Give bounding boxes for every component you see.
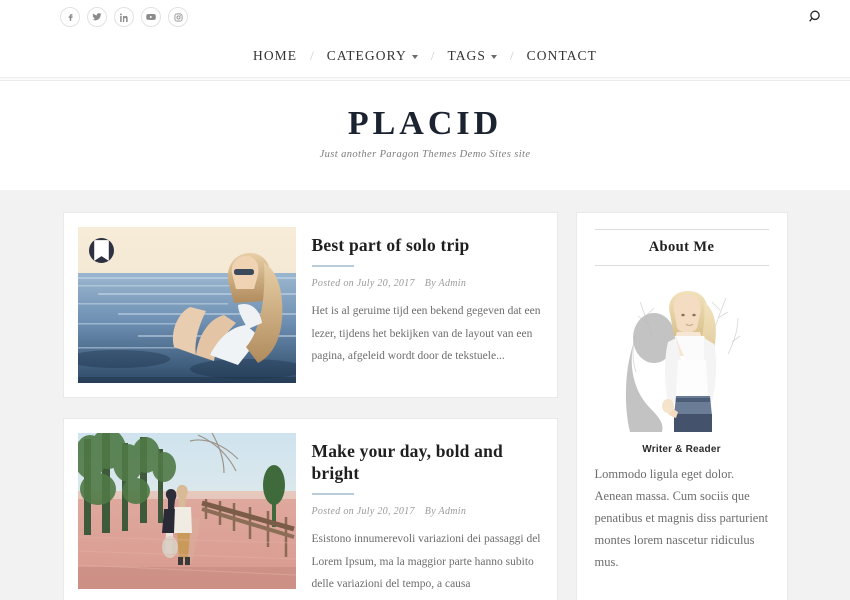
post-meta: Posted on July 20, 2017 By Admin: [312, 278, 543, 289]
widget-title-about: About Me: [594, 229, 769, 267]
instagram-icon[interactable]: [168, 7, 188, 27]
nav-link-category[interactable]: CATEGORY: [316, 48, 429, 64]
nav-link-contact[interactable]: CONTACT: [516, 48, 608, 64]
title-underline: [311, 493, 354, 496]
post-list: Best part of solo trip Posted on July 20…: [62, 212, 558, 600]
nav-link-home[interactable]: HOME: [242, 48, 308, 64]
nav-label: CONTACT: [526, 47, 598, 63]
post-thumbnail[interactable]: [77, 433, 296, 590]
illustration-woman-portrait: [617, 284, 746, 435]
post-title[interactable]: Best part of solo trip: [312, 235, 543, 257]
post-date: Posted on July 20, 2017: [311, 506, 415, 518]
site-title[interactable]: PLACID: [0, 105, 850, 142]
post-content: Best part of solo trip Posted on July 20…: [311, 227, 543, 383]
nav-item-contact[interactable]: CONTACT: [516, 48, 608, 64]
facebook-icon[interactable]: [60, 7, 80, 27]
site-tagline: Just another Paragon Themes Demo Sites s…: [319, 149, 531, 161]
post-date: Posted on July 20, 2017: [311, 278, 415, 290]
bookmark-icon[interactable]: [88, 238, 114, 264]
linkedin-icon[interactable]: [114, 7, 134, 27]
nav-item-category[interactable]: CATEGORY: [316, 48, 429, 64]
post-card[interactable]: Best part of solo trip Posted on July 20…: [62, 212, 558, 399]
nav-menu: HOME / CATEGORY / TAGS / CONTACT: [242, 48, 608, 64]
social-links: [60, 7, 188, 27]
nav-separator: /: [510, 47, 514, 63]
post-meta: Posted on July 20, 2017 By Admin: [312, 506, 543, 517]
nav-separator: /: [430, 47, 435, 63]
about-role: Writer & Reader: [642, 444, 721, 456]
couple-walking-pink-field-photo: [77, 433, 296, 590]
nav-item-home[interactable]: HOME: [242, 48, 308, 64]
youtube-icon[interactable]: [141, 7, 161, 27]
about-text: Lommodo ligula eget dolor. Aenean massa.…: [594, 467, 769, 569]
main-navigation: HOME / CATEGORY / TAGS / CONTACT: [0, 34, 850, 78]
post-author: By Admin: [424, 506, 467, 518]
twitter-icon[interactable]: [87, 7, 107, 27]
nav-item-tags[interactable]: TAGS: [436, 48, 508, 64]
nav-label: TAGS: [447, 47, 487, 63]
site-masthead: PLACID Just another Paragon Themes Demo …: [0, 81, 850, 191]
post-title[interactable]: Make your day, bold and bright: [312, 441, 543, 485]
post-excerpt: Het is al geruime tijd een bekend gegeve…: [311, 305, 541, 363]
title-underline: [311, 265, 354, 268]
search-icon[interactable]: [804, 5, 828, 29]
post-content: Make your day, bold and bright Posted on…: [311, 433, 543, 600]
post-excerpt: Esistono innumerevoli variazioni dei pas…: [311, 533, 541, 590]
post-thumbnail[interactable]: [77, 227, 296, 384]
post-card[interactable]: Make your day, bold and bright Posted on…: [62, 418, 558, 600]
top-bar: [0, 0, 850, 34]
sidebar: About Me Writer & Reader Lommodo ligula …: [575, 212, 788, 600]
nav-label: HOME: [252, 47, 298, 63]
nav-separator: /: [310, 47, 314, 63]
nav-link-tags[interactable]: TAGS: [436, 48, 508, 64]
widget-spacer: [577, 592, 787, 600]
widget-about-me: About Me Writer & Reader Lommodo ligula …: [577, 213, 787, 591]
post-author: By Admin: [424, 278, 467, 290]
chevron-down-icon: [411, 54, 418, 59]
page-body: Best part of solo trip Posted on July 20…: [0, 190, 850, 600]
chevron-down-icon: [491, 54, 498, 59]
nav-label: CATEGORY: [326, 47, 407, 63]
